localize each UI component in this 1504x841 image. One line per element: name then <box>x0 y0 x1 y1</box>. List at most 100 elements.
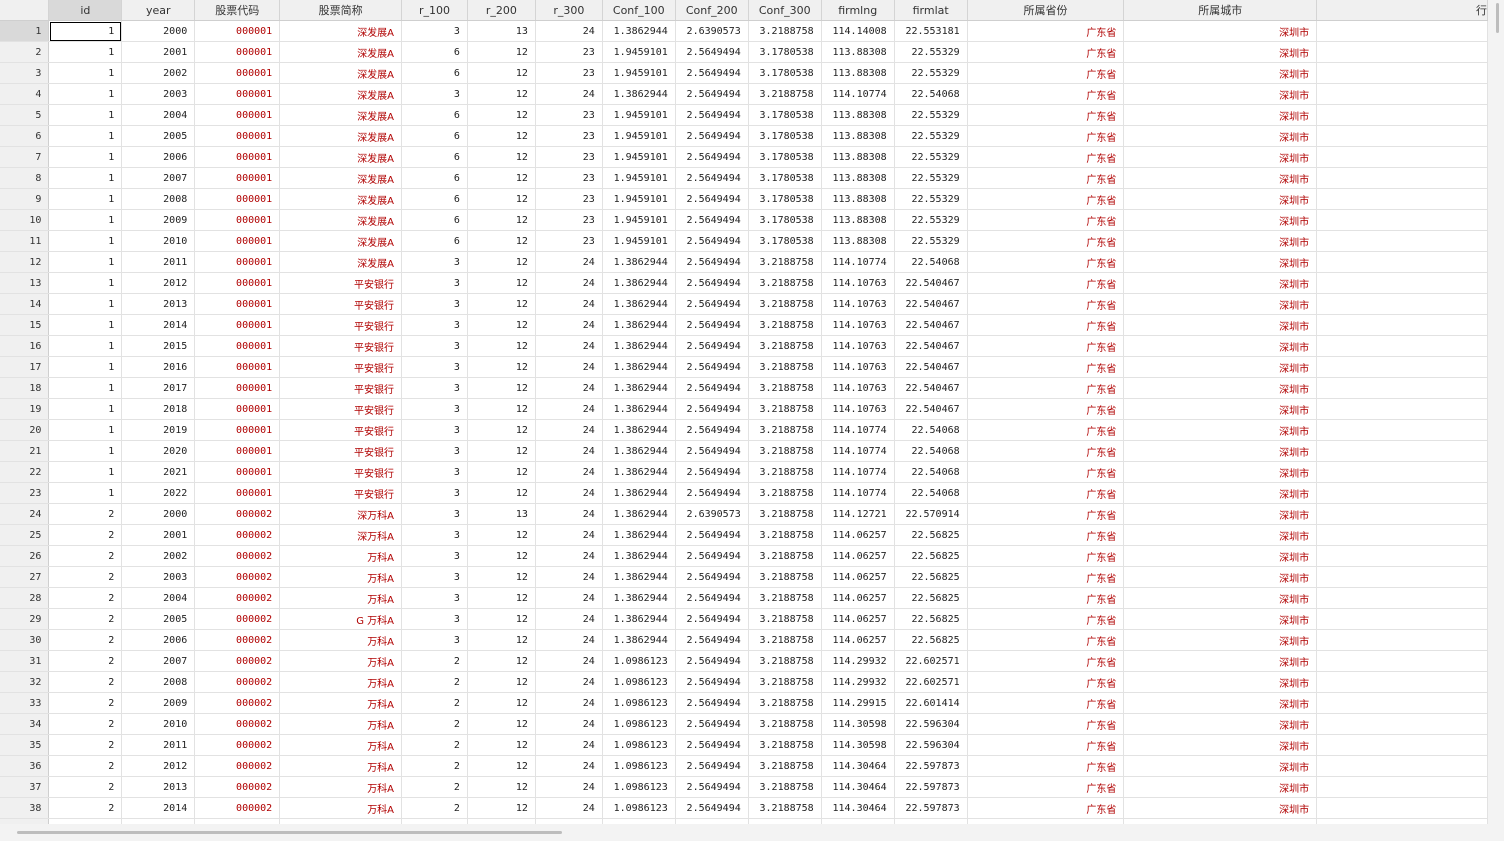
cell-province[interactable]: 广东省 <box>967 587 1125 609</box>
cell-conf200[interactable]: 2.5649494 <box>675 734 749 756</box>
cell-id[interactable]: 2 <box>48 545 123 567</box>
cell-conf300[interactable]: 3.2188758 <box>748 587 822 609</box>
table-row[interactable]: 5 1 2004 000001 深发展A 6 12 23 1.9459101 2.5649494 3… <box>0 104 1488 126</box>
cell-r200[interactable]: 12 <box>467 671 536 693</box>
cell-r100[interactable]: 6 <box>401 188 468 210</box>
cell-city[interactable]: 深圳市 <box>1123 629 1318 651</box>
cell-province[interactable]: 广东省 <box>967 419 1125 441</box>
cell-stock-code[interactable]: 000002 <box>194 545 281 567</box>
cell-firmlat[interactable]: 22.601414 <box>894 692 968 714</box>
column-header-firmlat[interactable]: firmlat <box>894 0 968 21</box>
cell-id[interactable]: 1 <box>48 167 123 189</box>
cell-firmlat[interactable]: 22.540467 <box>894 293 968 315</box>
cell-r200[interactable]: 12 <box>467 41 536 63</box>
cell-firmlng[interactable]: 114.10763 <box>821 398 895 420</box>
cell-stock-name[interactable]: 平安银行 <box>279 293 403 315</box>
cell-firmlng[interactable]: 113.88308 <box>821 41 895 63</box>
cell-r300[interactable]: 24 <box>535 398 603 420</box>
cell-stock-name[interactable]: 万科A <box>279 587 403 609</box>
cell-conf300[interactable]: 3.1780538 <box>748 125 822 147</box>
cell-id[interactable]: 1 <box>48 377 123 399</box>
cell-r300[interactable]: 24 <box>535 587 603 609</box>
cell-r100[interactable]: 6 <box>401 104 468 126</box>
cell-r300[interactable]: 24 <box>535 83 603 105</box>
cell-firmlat[interactable]: 22.55329 <box>894 41 968 63</box>
cell-stock-code[interactable]: 000001 <box>194 356 281 378</box>
table-row[interactable]: 29 2 2005 000002 G 万科A 3 12 24 1.3862944 2.564949… <box>0 608 1488 630</box>
cell-province[interactable]: 广东省 <box>967 608 1125 630</box>
cell-firmlng[interactable]: 114.10774 <box>821 482 895 504</box>
cell-city[interactable]: 深圳市 <box>1123 62 1318 84</box>
cell-firmlng[interactable]: 113.88308 <box>821 188 895 210</box>
cell-row-number[interactable]: 3 <box>0 62 50 84</box>
cell-firmlat[interactable]: 22.55329 <box>894 125 968 147</box>
cell-province[interactable]: 广东省 <box>967 566 1125 588</box>
cell-conf100[interactable]: 1.3862944 <box>602 566 676 588</box>
cell-firmlat[interactable]: 22.55329 <box>894 209 968 231</box>
cell-year[interactable]: 2021 <box>121 461 196 483</box>
cell-province[interactable]: 广东省 <box>967 650 1125 672</box>
cell-conf100[interactable]: 1.0986123 <box>602 797 676 819</box>
horizontal-scrollbar[interactable] <box>0 824 1488 841</box>
horizontal-scroll-thumb[interactable] <box>17 831 562 834</box>
cell-firmlng[interactable]: 114.06257 <box>821 608 895 630</box>
cell-row-number[interactable]: 9 <box>0 188 50 210</box>
cell-r200[interactable]: 12 <box>467 272 536 294</box>
cell-conf200[interactable]: 2.5649494 <box>675 335 749 357</box>
cell-year[interactable]: 2019 <box>121 419 196 441</box>
cell-city[interactable]: 深圳市 <box>1123 482 1318 504</box>
cell-year[interactable]: 2011 <box>121 251 196 273</box>
cell-firmlng[interactable]: 114.29932 <box>821 650 895 672</box>
cell-year[interactable]: 2004 <box>121 587 196 609</box>
cell-r300[interactable]: 23 <box>535 62 603 84</box>
cell-r100[interactable]: 2 <box>401 797 468 819</box>
cell-province[interactable]: 广东省 <box>967 503 1125 525</box>
cell-conf300[interactable]: 3.1780538 <box>748 167 822 189</box>
cell-r300[interactable]: 24 <box>535 566 603 588</box>
cell-firmlng[interactable]: 114.06257 <box>821 566 895 588</box>
cell-id[interactable]: 1 <box>48 398 123 420</box>
table-row[interactable]: 15 1 2014 000001 平安银行 3 12 24 1.3862944 2.5649494… <box>0 314 1488 336</box>
cell-conf100[interactable]: 1.3862944 <box>602 419 676 441</box>
cell-row-number[interactable]: 38 <box>0 797 50 819</box>
cell-firmlng[interactable]: 113.88308 <box>821 209 895 231</box>
cell-r300[interactable]: 24 <box>535 293 603 315</box>
cell-r300[interactable]: 24 <box>535 503 603 525</box>
table-row[interactable]: 31 2 2007 000002 万科A 2 12 24 1.0986123 2.5649494 3… <box>0 650 1488 672</box>
cell-firmlat[interactable]: 22.540467 <box>894 335 968 357</box>
cell-conf200[interactable]: 2.5649494 <box>675 692 749 714</box>
cell-conf200[interactable]: 2.5649494 <box>675 419 749 441</box>
cell-firmlat[interactable]: 22.54068 <box>894 83 968 105</box>
cell-firmlat[interactable]: 22.56825 <box>894 629 968 651</box>
cell-id[interactable]: 2 <box>48 713 123 735</box>
cell-province[interactable]: 广东省 <box>967 20 1125 42</box>
column-header-city[interactable]: 所属城市 <box>1123 0 1318 21</box>
cell-stock-code[interactable]: 000002 <box>194 587 281 609</box>
cell-stock-code[interactable]: 000001 <box>194 62 281 84</box>
cell-conf100[interactable]: 1.3862944 <box>602 461 676 483</box>
cell-id[interactable]: 1 <box>48 440 123 462</box>
cell-row-number[interactable]: 19 <box>0 398 50 420</box>
cell-province[interactable]: 广东省 <box>967 230 1125 252</box>
column-header-r100[interactable]: r_100 <box>401 0 468 21</box>
cell-r100[interactable]: 6 <box>401 167 468 189</box>
cell-r200[interactable]: 12 <box>467 734 536 756</box>
cell-stock-code[interactable]: 000001 <box>194 188 281 210</box>
cell-r200[interactable]: 12 <box>467 209 536 231</box>
cell-stock-name[interactable]: 平安银行 <box>279 419 403 441</box>
cell-firmlng[interactable]: 114.10763 <box>821 356 895 378</box>
cell-year[interactable]: 2022 <box>121 482 196 504</box>
cell-province[interactable]: 广东省 <box>967 440 1125 462</box>
cell-conf300[interactable]: 3.1780538 <box>748 41 822 63</box>
cell-stock-code[interactable]: 000002 <box>194 713 281 735</box>
cell-stock-name[interactable]: 深发展A <box>279 188 403 210</box>
cell-id[interactable]: 1 <box>48 125 123 147</box>
cell-conf300[interactable]: 3.2188758 <box>748 293 822 315</box>
cell-conf100[interactable]: 1.3862944 <box>602 293 676 315</box>
cell-year[interactable]: 2002 <box>121 62 196 84</box>
cell-province[interactable]: 广东省 <box>967 461 1125 483</box>
cell-conf300[interactable]: 3.1780538 <box>748 230 822 252</box>
cell-id[interactable]: 2 <box>48 524 123 546</box>
cell-stock-code[interactable]: 000001 <box>194 83 281 105</box>
cell-firmlat[interactable]: 22.596304 <box>894 734 968 756</box>
